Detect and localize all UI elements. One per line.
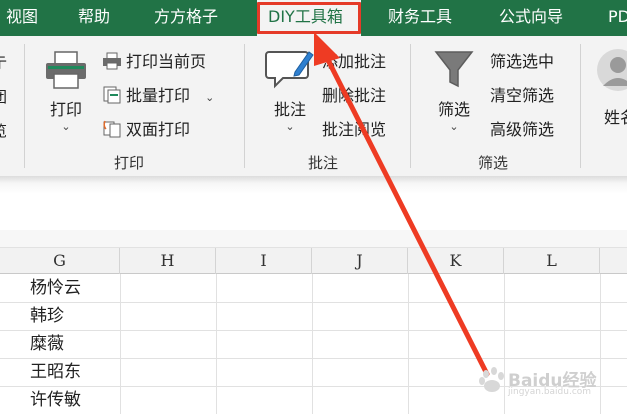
annotation-arrow-head (314, 32, 340, 66)
baidu-watermark: Baidu经验 jingyan.baidu.com (478, 362, 627, 402)
watermark-subtext: jingyan.baidu.com (508, 387, 592, 397)
paw-logo-icon (479, 367, 504, 392)
annotation-arrow-shaft (323, 53, 490, 377)
annotation-arrow (314, 32, 490, 377)
